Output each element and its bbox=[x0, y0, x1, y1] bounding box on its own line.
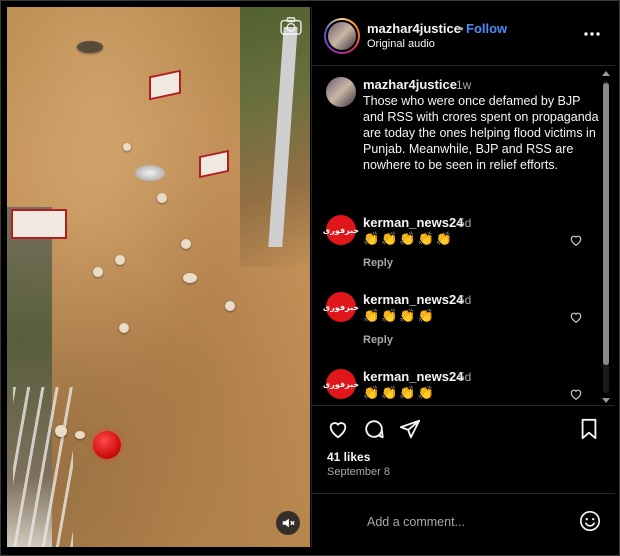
author-username[interactable]: mazhar4justice bbox=[367, 21, 461, 36]
comment-item: خبرفوری kerman_news24 5d 👏👏👏👏 bbox=[312, 369, 602, 405]
comment-composer bbox=[312, 493, 615, 547]
shop-sign bbox=[11, 209, 67, 239]
heart-icon[interactable] bbox=[327, 418, 349, 440]
floating-debris bbox=[183, 273, 197, 283]
comment-item: خبرفوری kerman_news24 5d 👏👏👏👏 Reply bbox=[312, 292, 602, 362]
floating-debris bbox=[77, 41, 103, 53]
caption-username[interactable]: mazhar4justice bbox=[363, 77, 457, 92]
commenter-avatar[interactable]: خبرفوری bbox=[323, 215, 359, 245]
emoji-icon[interactable] bbox=[579, 510, 601, 532]
comment-time[interactable]: 5d bbox=[458, 216, 471, 230]
floating-debris bbox=[181, 239, 191, 249]
bookmark-icon[interactable] bbox=[578, 418, 600, 440]
comment-time[interactable]: 5d bbox=[458, 293, 471, 307]
action-bar: 41 likes September 8 bbox=[312, 405, 615, 493]
muted-speaker-icon bbox=[282, 518, 295, 528]
commenter-username[interactable]: kerman_news24 bbox=[363, 369, 463, 384]
commenter-username[interactable]: kerman_news24 bbox=[363, 215, 463, 230]
floating-pot bbox=[135, 165, 165, 181]
floating-debris bbox=[123, 143, 131, 151]
balcony-railing bbox=[13, 387, 73, 547]
caption-text: Those who were once defamed by BJP and R… bbox=[363, 94, 599, 172]
comment-time[interactable]: 5d bbox=[458, 370, 471, 384]
comment-text: 👏👏👏👏 bbox=[363, 309, 436, 324]
comments-list[interactable]: mazhar4justice 1w Those who were once de… bbox=[312, 67, 615, 405]
scroll-thumb[interactable] bbox=[603, 83, 609, 365]
comment-text: 👏👏👏👏👏 bbox=[363, 232, 454, 247]
scroll-down-arrow[interactable] bbox=[602, 398, 610, 403]
more-options-icon[interactable] bbox=[583, 25, 601, 43]
audio-label[interactable]: Original audio bbox=[367, 38, 435, 50]
mute-button[interactable] bbox=[276, 511, 300, 535]
post-date[interactable]: September 8 bbox=[327, 466, 390, 478]
comments-scrollbar[interactable] bbox=[601, 69, 611, 405]
author-avatar[interactable] bbox=[324, 18, 360, 54]
caption-time[interactable]: 1w bbox=[456, 78, 471, 92]
floating-debris bbox=[225, 301, 235, 311]
red-ball bbox=[93, 431, 121, 459]
post-side-panel: mazhar4justice • Follow Original audio m… bbox=[311, 7, 615, 547]
floating-debris bbox=[55, 425, 67, 437]
follow-button[interactable]: Follow bbox=[466, 21, 507, 36]
heart-icon[interactable] bbox=[569, 233, 583, 247]
separator-dot: • bbox=[459, 21, 464, 36]
post-header: mazhar4justice • Follow Original audio bbox=[312, 7, 615, 66]
floating-debris bbox=[115, 255, 125, 265]
scroll-up-arrow[interactable] bbox=[602, 71, 610, 76]
commenter-avatar[interactable]: خبرفوری bbox=[323, 369, 359, 399]
post-video[interactable] bbox=[7, 7, 310, 547]
commenter-avatar[interactable]: خبرفوری bbox=[323, 292, 359, 322]
caption-avatar[interactable] bbox=[326, 77, 356, 107]
heart-icon[interactable] bbox=[569, 387, 583, 401]
reply-button[interactable]: Reply bbox=[363, 257, 393, 269]
post-modal: mazhar4justice • Follow Original audio m… bbox=[0, 0, 620, 556]
heart-icon[interactable] bbox=[569, 310, 583, 324]
floating-debris bbox=[75, 431, 85, 439]
floating-debris bbox=[93, 267, 103, 277]
share-icon[interactable] bbox=[399, 418, 421, 440]
add-comment-input[interactable] bbox=[367, 513, 567, 531]
likes-count[interactable]: 41 likes bbox=[327, 450, 370, 464]
reply-button[interactable]: Reply bbox=[363, 334, 393, 346]
floating-debris bbox=[157, 193, 167, 203]
commenter-username[interactable]: kerman_news24 bbox=[363, 292, 463, 307]
comment-item: خبرفوری kerman_news24 5d 👏👏👏👏👏 Reply bbox=[312, 215, 602, 285]
comment-text: 👏👏👏👏 bbox=[363, 386, 436, 401]
comment-icon[interactable] bbox=[363, 418, 385, 440]
floating-debris bbox=[119, 323, 129, 333]
camera-icon bbox=[280, 17, 302, 35]
